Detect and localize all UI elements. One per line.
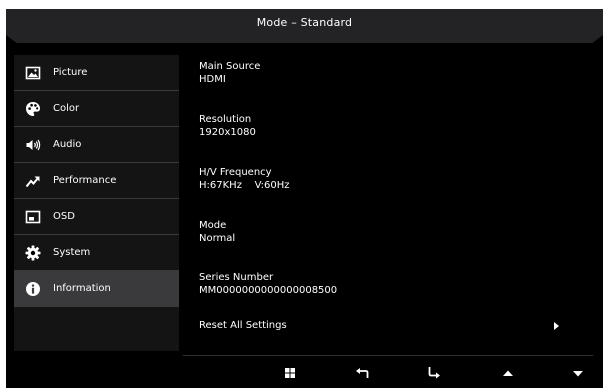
palette-icon bbox=[25, 101, 41, 117]
title-bevel-shape bbox=[6, 35, 603, 45]
mode-info: Mode Normal bbox=[199, 219, 235, 245]
sidebar-item-performance[interactable]: Performance bbox=[14, 163, 179, 199]
osd-menu: Mode – Standard Picture Color Audio Perf… bbox=[6, 9, 603, 388]
enter-button[interactable] bbox=[426, 366, 442, 380]
up-button[interactable] bbox=[500, 366, 516, 380]
main-source-label: Main Source bbox=[199, 61, 261, 72]
series-number-label: Series Number bbox=[199, 272, 274, 283]
series-number-value: MM0000000000000008500 bbox=[199, 285, 338, 296]
sidebar-item-label: Information bbox=[53, 283, 111, 294]
back-arrow-icon bbox=[356, 368, 369, 378]
reset-all-settings-button[interactable]: Reset All Settings bbox=[199, 319, 569, 334]
resolution-label: Resolution bbox=[199, 114, 252, 125]
back-button[interactable] bbox=[354, 366, 370, 380]
reset-all-settings-label: Reset All Settings bbox=[199, 320, 287, 331]
sidebar-item-label: OSD bbox=[53, 211, 75, 222]
bottom-divider bbox=[183, 355, 593, 356]
sidebar-item-osd[interactable]: OSD bbox=[14, 199, 179, 235]
title-bar: Mode – Standard bbox=[6, 9, 603, 45]
sidebar-item-picture[interactable]: Picture bbox=[14, 55, 179, 91]
info-icon bbox=[25, 281, 41, 297]
up-triangle-icon bbox=[503, 370, 513, 376]
resolution-info: Resolution 1920x1080 bbox=[199, 113, 256, 139]
mode-label: Mode bbox=[199, 220, 227, 231]
speaker-icon bbox=[25, 137, 41, 153]
main-source-value: HDMI bbox=[199, 74, 226, 85]
sidebar-item-label: Color bbox=[53, 103, 80, 114]
down-button[interactable] bbox=[570, 366, 586, 380]
enter-arrow-icon bbox=[428, 367, 440, 379]
mode-value: Normal bbox=[199, 233, 236, 244]
sidebar-item-label: Picture bbox=[53, 67, 88, 78]
sidebar-item-label: Performance bbox=[53, 175, 117, 186]
frequency-value: H:67KHz V:60Hz bbox=[199, 180, 290, 191]
chevron-right-icon bbox=[554, 322, 559, 330]
main-source-info: Main Source HDMI bbox=[199, 60, 260, 86]
sidebar-item-audio[interactable]: Audio bbox=[14, 127, 179, 163]
sidebar-item-system[interactable]: System bbox=[14, 235, 179, 271]
sidebar-item-information[interactable]: Information bbox=[14, 271, 179, 307]
picture-icon bbox=[25, 65, 41, 81]
osd-window-icon bbox=[25, 209, 41, 225]
frequency-label: H/V Frequency bbox=[199, 167, 272, 178]
series-number-info: Series Number MM0000000000000008500 bbox=[199, 271, 337, 297]
gear-icon bbox=[25, 245, 41, 261]
sidebar-item-color[interactable]: Color bbox=[14, 91, 179, 127]
sidebar-item-label: Audio bbox=[53, 139, 82, 150]
menu-grid-icon bbox=[285, 368, 295, 378]
sidebar: Picture Color Audio Performance OSD Syst… bbox=[14, 55, 179, 351]
sidebar-item-label: System bbox=[53, 247, 91, 258]
menu-button[interactable] bbox=[282, 366, 298, 380]
page-title: Mode – Standard bbox=[256, 16, 353, 29]
resolution-value: 1920x1080 bbox=[199, 127, 256, 138]
down-triangle-icon bbox=[573, 371, 583, 377]
frequency-info: H/V Frequency H:67KHz V:60Hz bbox=[199, 166, 290, 192]
trend-arrow-icon bbox=[25, 173, 41, 189]
